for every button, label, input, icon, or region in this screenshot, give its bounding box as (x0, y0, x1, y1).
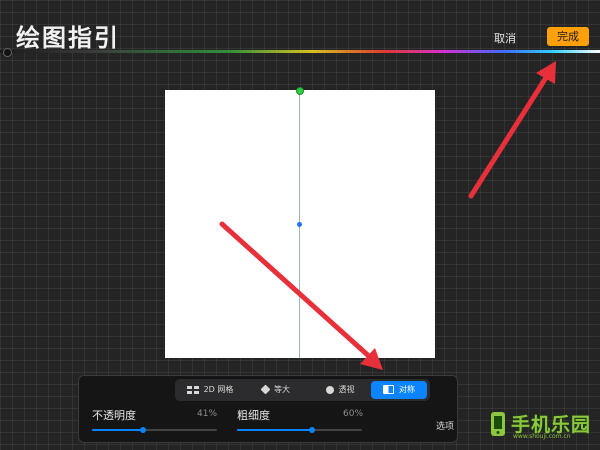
watermark: 手机乐园 www.shouji.com.cn (487, 408, 595, 446)
watermark-url: www.shouji.com.cn (513, 433, 571, 440)
annotation-arrows (219, 61, 556, 370)
arrow-to-symmetry-tab (219, 221, 383, 370)
arrow-to-done-button (468, 61, 556, 199)
phone-logo-icon (491, 412, 505, 436)
